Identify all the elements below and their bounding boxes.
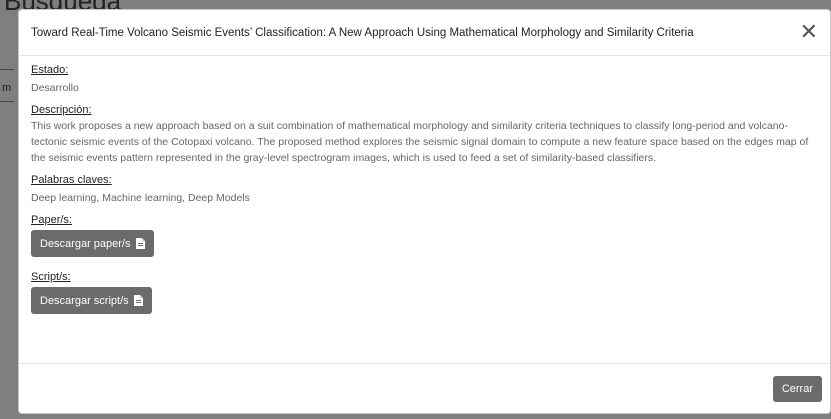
modal-title: Toward Real-Time Volcano Seismic Events’… bbox=[31, 26, 694, 39]
download-paper-button[interactable]: Descargar paper/s bbox=[31, 230, 154, 257]
download-script-button[interactable]: Descargar script/s bbox=[31, 287, 152, 314]
estado-value: Desarrollo bbox=[31, 82, 79, 94]
cerrar-button[interactable]: Cerrar bbox=[772, 375, 822, 402]
modal-footer: Cerrar bbox=[19, 363, 830, 413]
download-script-label: Descargar script/s bbox=[40, 294, 129, 307]
file-icon bbox=[133, 295, 143, 306]
close-icon[interactable]: ✕ bbox=[800, 21, 818, 44]
modal-header: Toward Real-Time Volcano Seismic Events’… bbox=[19, 10, 830, 56]
descripcion-value: This work proposes a new approach based … bbox=[31, 120, 809, 164]
palabras-claves-value: Deep learning, Machine learning, Deep Mo… bbox=[31, 192, 250, 204]
modal-body: Estado: Desarrollo Descripción: This wor… bbox=[19, 56, 830, 314]
download-paper-label: Descargar paper/s bbox=[40, 237, 131, 250]
script-label: Script/s: bbox=[31, 271, 71, 283]
descripcion-label: Descripción: bbox=[31, 104, 92, 116]
details-modal: Toward Real-Time Volcano Seismic Events’… bbox=[18, 9, 831, 414]
palabras-claves-label: Palabras claves: bbox=[31, 174, 112, 186]
paper-label: Paper/s: bbox=[31, 214, 72, 226]
estado-label: Estado: bbox=[31, 64, 69, 76]
file-icon bbox=[135, 238, 145, 249]
